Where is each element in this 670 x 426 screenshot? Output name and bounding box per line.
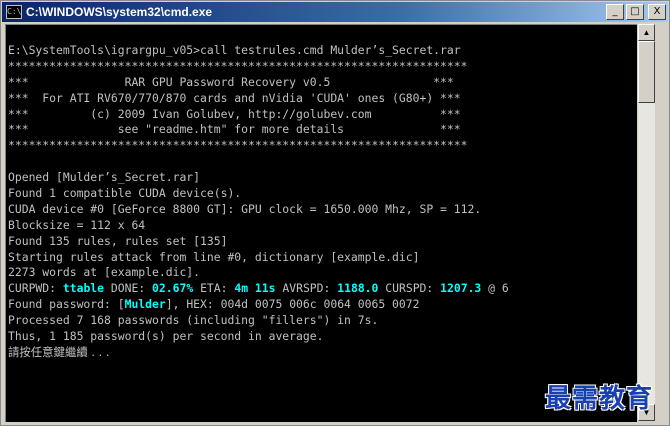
status-tail: @ 6 (488, 281, 509, 296)
close-button[interactable]: X (648, 4, 666, 20)
curspd-value: 1207.3 (440, 281, 482, 296)
console-lines: E:\SystemTools\igrargpu_v05>call testrul… (8, 43, 509, 361)
console-line: ****************************************… (8, 58, 468, 73)
minimize-button[interactable]: _ (606, 4, 624, 20)
avrspd-value: 1188.0 (337, 281, 379, 296)
found-prefix: Found password: [ (8, 297, 125, 312)
cmd-window: C:\ C:\WINDOWS\system32\cmd.exe _ □ X E:… (0, 0, 670, 426)
window-title: C:\WINDOWS\system32\cmd.exe (26, 5, 213, 19)
cmd-icon[interactable]: C:\ (6, 5, 22, 19)
console-line: Opened [Mulder’s_Secret.rar] (8, 170, 201, 185)
watermark-logo: 最需教育 (545, 384, 654, 414)
curpwd-value: ttable (62, 281, 105, 296)
done-label: DONE: (110, 281, 146, 296)
done-value: 02.67% (152, 281, 194, 296)
console-line: Processed 7 168 passwords (including "fi… (8, 313, 379, 328)
found-password-value: Mulder (124, 297, 166, 312)
avrspd-label: AVRSPD: (282, 281, 331, 296)
maximize-button[interactable]: □ (626, 4, 644, 20)
console-line: 2273 words at [example.dic]. (8, 265, 201, 280)
eta-label: ETA: (200, 281, 228, 296)
found-suffix: ], HEX: 004d 0075 006c 0064 0065 0072 (165, 297, 420, 312)
vertical-scrollbar[interactable]: ▲ ▼ (638, 24, 655, 421)
console-line: *** see "readme.htm" for more details **… (8, 122, 461, 137)
window-controls: _ □ X (606, 4, 666, 20)
console-output[interactable]: E:\SystemTools\igrargpu_v05>call testrul… (5, 24, 637, 422)
console-line: Found 135 rules, rules set [135] (8, 233, 228, 248)
console-line: ****************************************… (8, 138, 468, 153)
console-line: Starting rules attack from line #0, dict… (8, 249, 420, 264)
console-line: *** For ATI RV670/770/870 cards and nVid… (8, 90, 461, 105)
status-line: CURPWD: ttable DONE: 02.67% ETA: 4m 11s … (8, 281, 509, 297)
curspd-label: CURSPD: (385, 281, 434, 296)
title-bar[interactable]: C:\ C:\WINDOWS\system32\cmd.exe _ □ X (2, 2, 668, 22)
press-any-key-prompt: 請按任意鍵繼續 . . . (8, 344, 110, 359)
found-password-line: Found password: [Mulder], HEX: 004d 0075… (8, 297, 509, 313)
console-line: *** RAR GPU Password Recovery v0.5 *** (8, 74, 454, 89)
scroll-up-arrow-icon[interactable]: ▲ (638, 24, 655, 41)
console-line: Found 1 compatible CUDA device(s). (8, 186, 242, 201)
console-line: CUDA device #0 [GeForce 8800 GT]: GPU cl… (8, 201, 482, 216)
console-line: Blocksize = 112 x 64 (8, 217, 146, 232)
curpwd-label: CURPWD: (8, 281, 57, 296)
console-line: E:\SystemTools\igrargpu_v05>call testrul… (8, 43, 461, 57)
eta-value: 4m 11s (234, 281, 276, 296)
console-line: *** (c) 2009 Ivan Golubev, http://golube… (8, 106, 461, 121)
console-line: Thus, 1 185 password(s) per second in av… (8, 329, 324, 344)
scroll-thumb[interactable] (638, 41, 655, 103)
